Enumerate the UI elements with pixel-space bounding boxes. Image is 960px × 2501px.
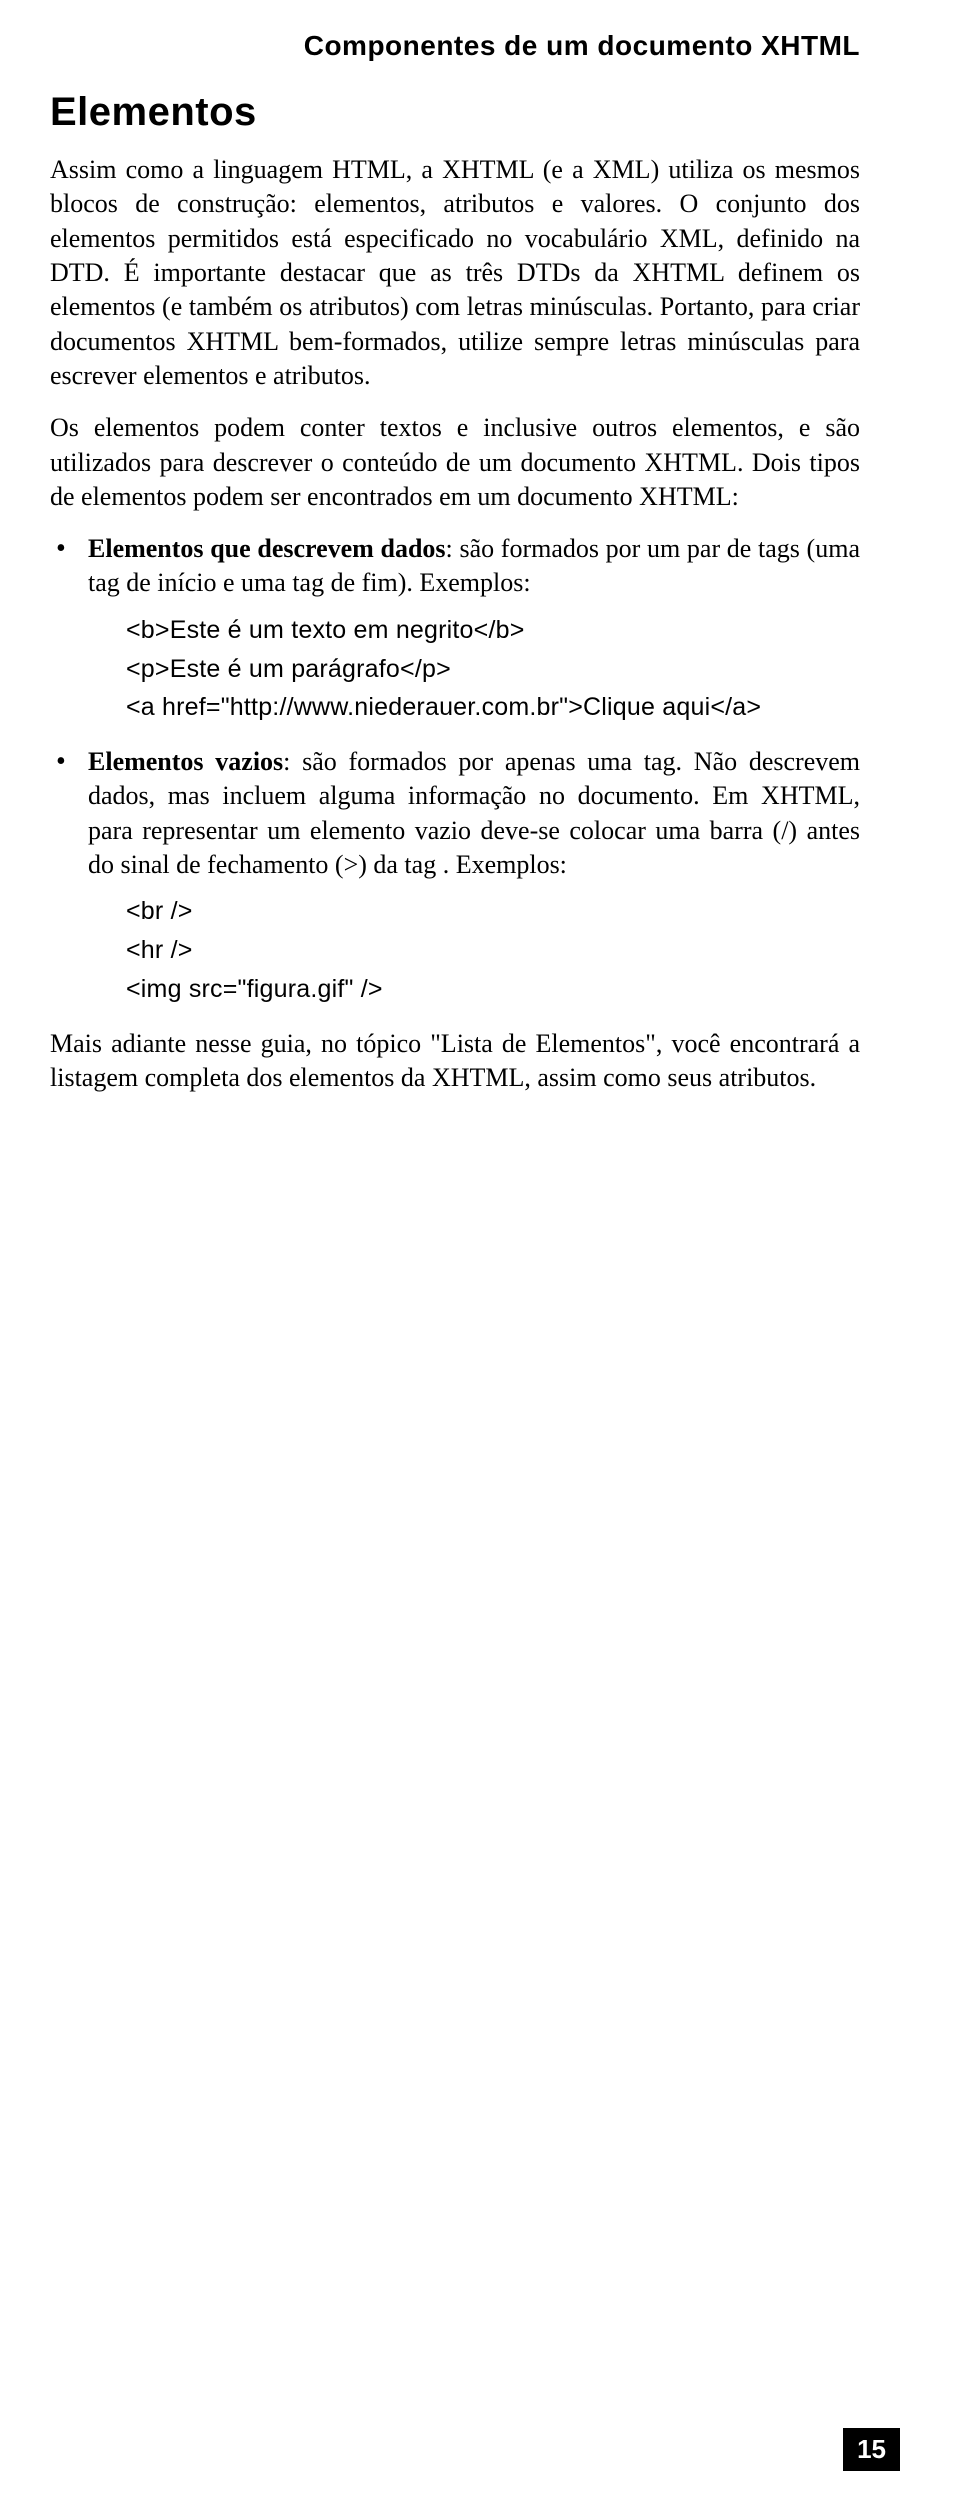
list-item-lead: Elementos que descrevem dados	[88, 534, 446, 563]
code-line: <img src="figura.gif" />	[126, 970, 860, 1009]
code-block: <b>Este é um texto em negrito</b> <p>Est…	[126, 611, 860, 727]
paragraph-1: Assim como a linguagem HTML, a XHTML (e …	[50, 153, 860, 393]
list-item: Elementos vazios: são formados por apena…	[88, 745, 860, 1009]
code-block: <br /> <hr /> <img src="figura.gif" />	[126, 892, 860, 1008]
running-head: Componentes de um documento XHTML	[50, 30, 860, 62]
bullet-list: Elementos que descrevem dados: são forma…	[50, 532, 860, 1008]
code-line: <p>Este é um parágrafo</p>	[126, 650, 860, 689]
code-line: <a href="http://www.niederauer.com.br">C…	[126, 688, 860, 727]
page-number: 15	[843, 2428, 900, 2471]
section-title: Elementos	[50, 90, 860, 135]
list-item-lead: Elementos vazios	[88, 747, 283, 776]
code-line: <hr />	[126, 931, 860, 970]
page: Componentes de um documento XHTML Elemen…	[0, 0, 960, 1173]
closing-paragraph: Mais adiante nesse guia, no tópico "List…	[50, 1027, 860, 1096]
list-item: Elementos que descrevem dados: são forma…	[88, 532, 860, 727]
paragraph-2: Os elementos podem conter textos e inclu…	[50, 411, 860, 514]
code-line: <b>Este é um texto em negrito</b>	[126, 611, 860, 650]
code-line: <br />	[126, 892, 860, 931]
